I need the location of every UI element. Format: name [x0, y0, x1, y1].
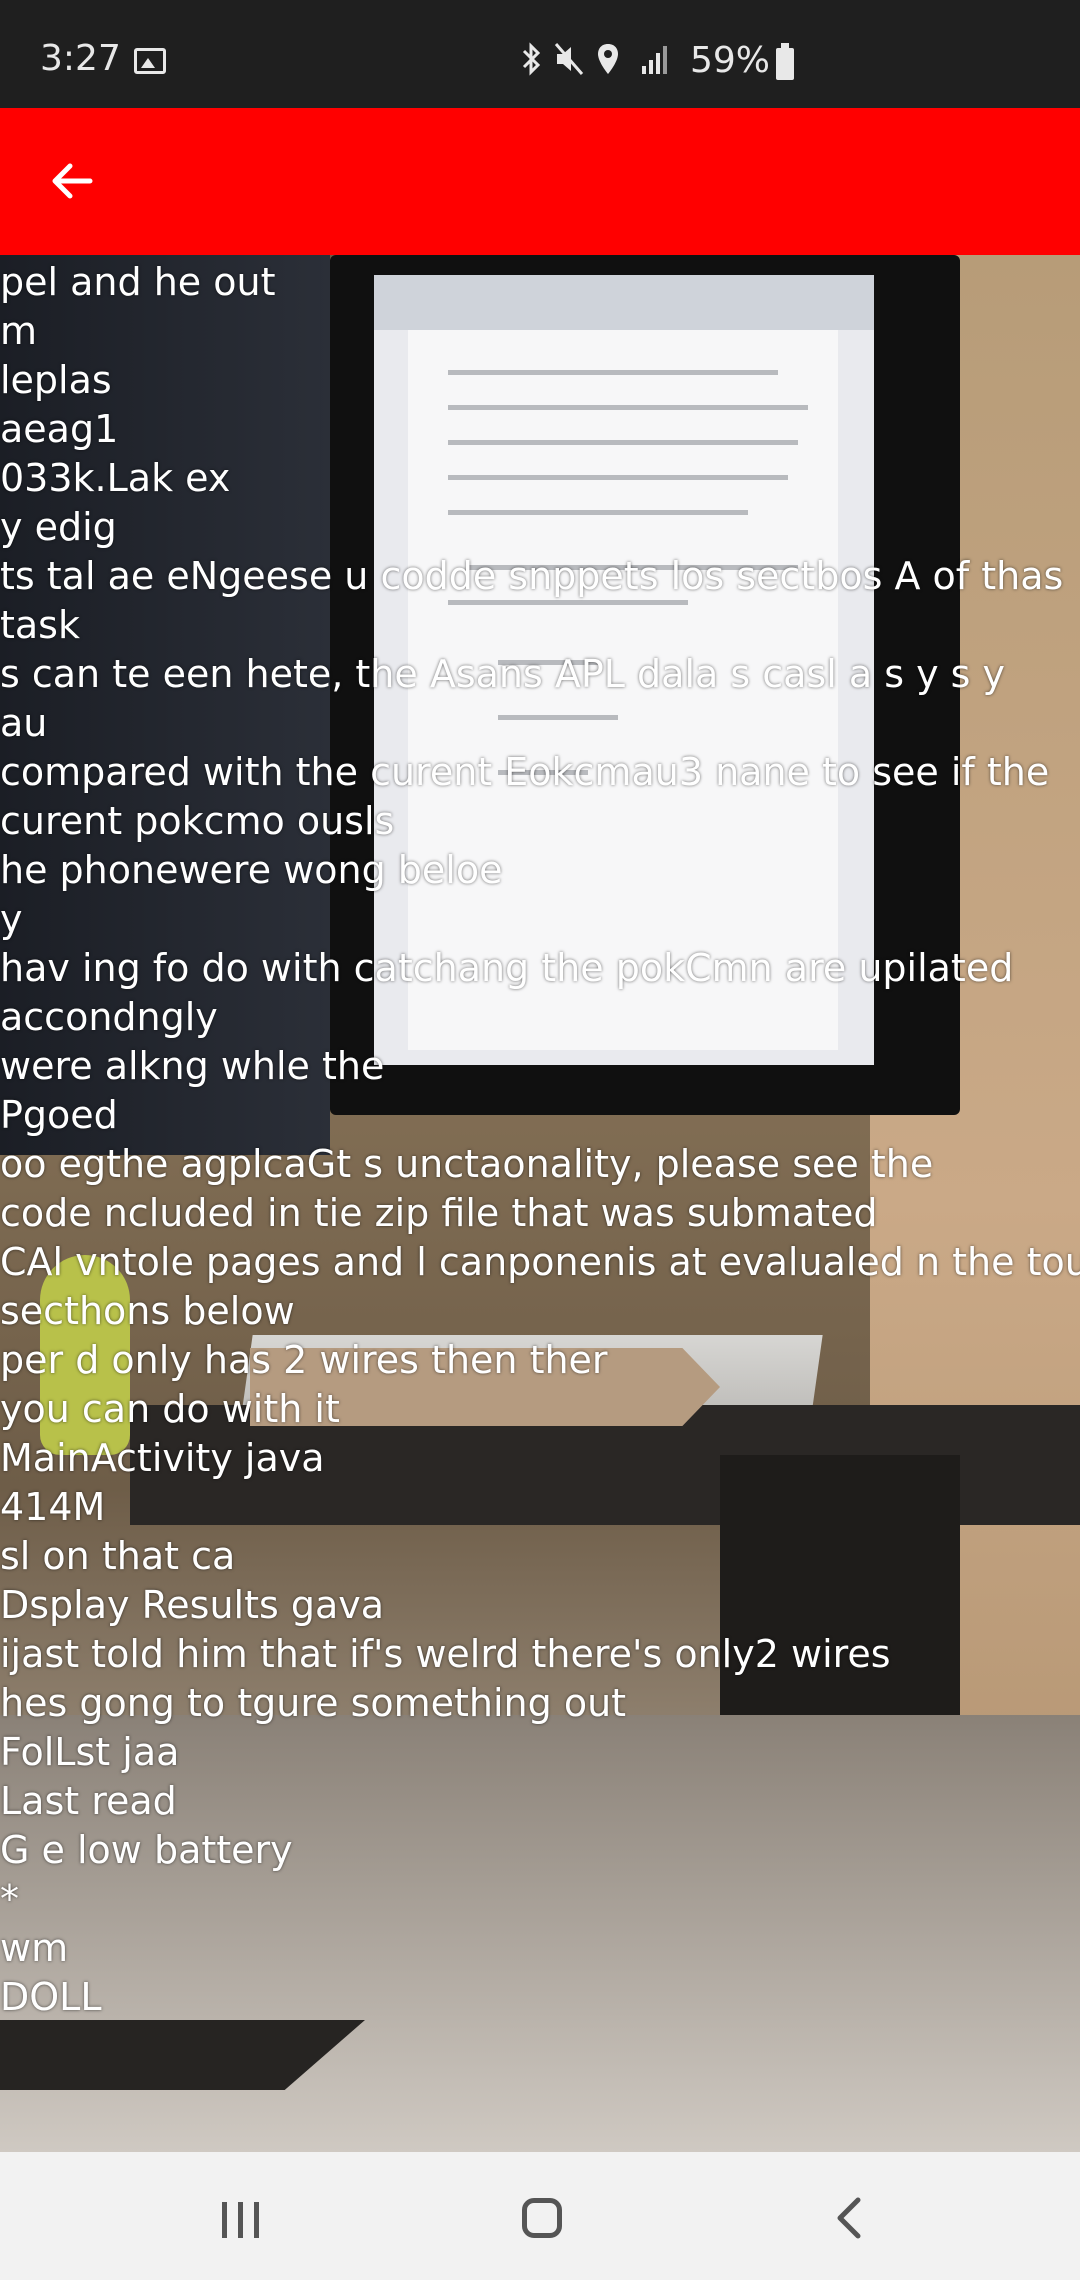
- ocr-line: per d only has 2 wires then ther: [0, 1338, 608, 1382]
- home-icon[interactable]: [522, 2198, 562, 2238]
- ocr-line: G e low battery: [0, 1828, 293, 1872]
- battery-icon: [776, 43, 794, 80]
- arrow-left-icon[interactable]: [40, 148, 106, 214]
- ocr-line: MainActivity java: [0, 1436, 325, 1480]
- ocr-line: task: [0, 603, 80, 647]
- document-line: [448, 510, 748, 515]
- ocr-line: were alkng whle the: [0, 1044, 385, 1088]
- ocr-line: compared with the curent Eokcmau3 nane t…: [0, 750, 1050, 794]
- ocr-line: au: [0, 701, 48, 745]
- ocr-line: code ncluded in tie zip file that was su…: [0, 1191, 878, 1235]
- ocr-line: you can do with it: [0, 1387, 340, 1431]
- recent-apps-icon[interactable]: [222, 2202, 262, 2238]
- ocr-line: hav ing fo do with catchang the pokCmn a…: [0, 946, 1014, 990]
- ocr-line: aeag1: [0, 407, 119, 451]
- ocr-line: DOLL: [0, 1975, 102, 2019]
- ocr-line: leplas: [0, 358, 112, 402]
- document-line: [498, 715, 618, 720]
- ocr-line: secthons below: [0, 1289, 295, 1333]
- document-line: [448, 475, 788, 480]
- ocr-line: sl on that ca: [0, 1534, 236, 1578]
- ocr-line: ts tal ae eNgeese u codde snppets los se…: [0, 554, 1064, 598]
- battery-percent: 59%: [690, 40, 771, 81]
- ocr-line: m: [0, 309, 38, 353]
- app-bar: [0, 108, 1080, 255]
- bluetooth-icon: [522, 42, 541, 76]
- ocr-line: ijast told him that if's welrd there's o…: [0, 1632, 891, 1676]
- document-line: [448, 405, 808, 410]
- ocr-line: y: [0, 897, 23, 941]
- ocr-line: Pgoed: [0, 1093, 118, 1137]
- ocr-line: Dsplay Results gava: [0, 1583, 385, 1627]
- location-icon: [598, 44, 618, 74]
- ocr-line: accondngly: [0, 995, 218, 1039]
- ocr-line: wm: [0, 1926, 69, 1970]
- ocr-line: curent pokcmo ousls: [0, 799, 395, 843]
- navigation-bar: [0, 2152, 1080, 2280]
- ocr-line: CAl vntole pages and l canponenis at eva…: [0, 1240, 1080, 1284]
- ocr-line: 414M: [0, 1485, 106, 1529]
- ocr-line: FolLst jaa: [0, 1730, 180, 1774]
- ocr-line: Last read: [0, 1779, 177, 1823]
- document-line: [448, 440, 798, 445]
- gallery-notification-icon: [134, 48, 166, 74]
- mute-icon: [554, 43, 584, 75]
- document-line: [448, 370, 778, 375]
- document-ribbon: [374, 275, 874, 330]
- ocr-line: oo egthe agplcaGt s unctaonality, please…: [0, 1142, 934, 1186]
- status-bar: 3:27 59%: [0, 0, 1080, 108]
- ocr-line: he phonewere wong beloe: [0, 848, 503, 892]
- ocr-line: hes gong to tgure something out: [0, 1681, 627, 1725]
- ocr-line: 033k.Lak ex: [0, 456, 231, 500]
- document-line: [448, 600, 688, 605]
- ocr-line: pel and he out: [0, 260, 276, 304]
- ocr-line: s can te een hete, the Asans APL dala s …: [0, 652, 1006, 696]
- lte-signal-icon: [642, 46, 667, 74]
- status-icons: [520, 42, 668, 76]
- status-time: 3:27: [40, 38, 121, 79]
- ocr-line: *: [0, 1877, 19, 1921]
- back-icon[interactable]: [830, 2196, 870, 2240]
- ocr-line: y edig: [0, 505, 117, 549]
